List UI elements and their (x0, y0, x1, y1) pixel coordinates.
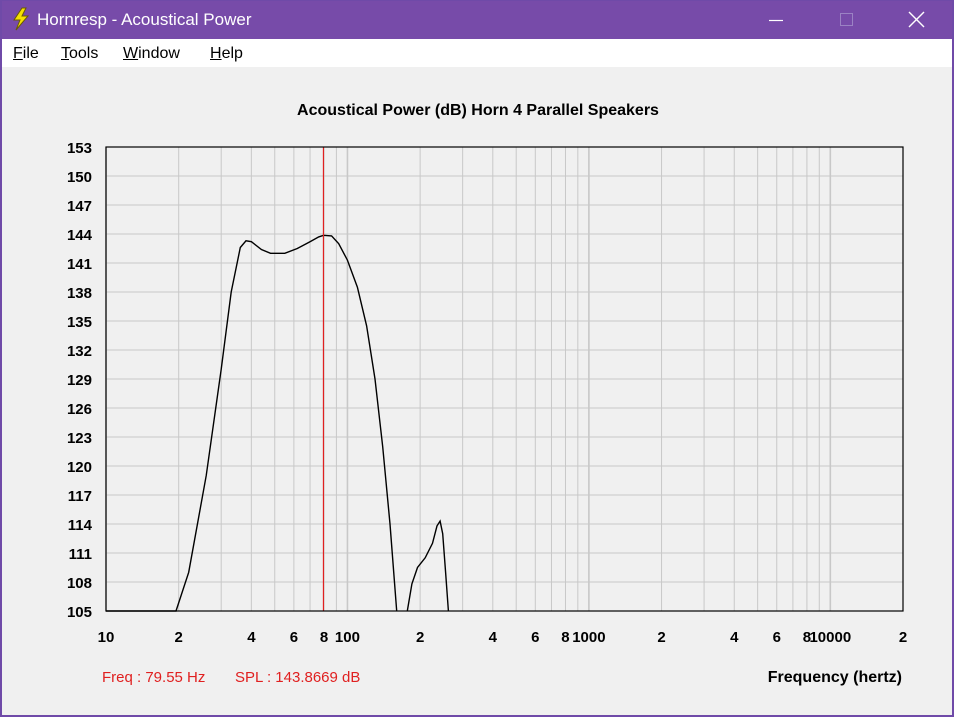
x-tick-labels: 10 2 4 6 8 100 2 4 6 8 1000 2 4 6 810000 2 (98, 629, 908, 646)
menu-file-rest: ile (22, 45, 39, 62)
y-tick-label: 123 (67, 430, 92, 447)
power-curve-segment (406, 519, 450, 612)
menu-help[interactable]: Help (210, 45, 243, 63)
close-button[interactable] (894, 1, 940, 39)
x-tick-label: 4 (247, 629, 256, 646)
y-tick-label: 105 (67, 604, 92, 621)
menu-tools[interactable]: Tools (61, 45, 98, 63)
lightning-icon (13, 7, 30, 31)
x-tick-label: 10000 (809, 629, 851, 646)
y-tick-label: 120 (67, 459, 92, 476)
y-tick-label: 138 (67, 285, 92, 302)
x-tick-label: 1000 (572, 629, 605, 646)
maximize-button[interactable] (824, 1, 870, 39)
menu-window[interactable]: Window (123, 45, 180, 63)
x-tick-label: 100 (335, 629, 360, 646)
menu-help-rest: elp (221, 45, 243, 62)
x-tick-label: 4 (730, 629, 739, 646)
y-tick-labels: 105 108 111 114 117 120 123 126 129 132 135 138 141 1… (67, 140, 93, 621)
y-tick-label: 111 (69, 546, 92, 563)
x-tick-label: 6 (531, 629, 539, 646)
y-tick-label: 147 (67, 198, 92, 215)
y-tick-label: 114 (68, 517, 93, 534)
y-tick-label: 126 (67, 401, 92, 418)
x-tick-label: 2 (899, 629, 907, 646)
y-tick-label: 135 (67, 314, 92, 331)
chart-title: Acoustical Power (dB) Horn 4 Parallel Sp… (297, 102, 659, 119)
y-tick-label: 150 (67, 169, 92, 186)
menu-help-mnemonic: H (210, 45, 222, 62)
x-tick-label: 6 (773, 629, 781, 646)
minimize-icon (769, 19, 783, 22)
x-tick-label: 10 (98, 629, 115, 646)
minimize-button[interactable] (754, 1, 800, 39)
x-tick-label: 4 (489, 629, 498, 646)
x-tick-label: 2 (416, 629, 424, 646)
x-tick-label: 2 (657, 629, 665, 646)
cursor-spl-readout: SPL : 143.8669 dB (235, 669, 361, 686)
y-tick-label: 132 (67, 343, 92, 360)
y-tick-label: 144 (67, 227, 93, 244)
app-window: Hornresp - Acoustical Power File Tools W… (1, 0, 953, 716)
title-bar[interactable]: Hornresp - Acoustical Power (2, 1, 952, 39)
y-tick-label: 117 (68, 488, 92, 505)
chart-grid (105, 146, 904, 612)
menu-window-mnemonic: W (123, 45, 139, 62)
cursor-frequency-readout: Freq : 79.55 Hz (102, 669, 206, 686)
y-tick-label: 141 (67, 256, 92, 273)
y-tick-label: 153 (67, 140, 92, 157)
menu-tools-mnemonic: T (61, 45, 69, 62)
menu-tools-rest: ools (69, 45, 99, 62)
y-tick-label: 129 (67, 372, 92, 389)
menu-file-mnemonic: F (13, 45, 23, 62)
menu-window-rest: indow (138, 45, 180, 62)
maximize-icon (840, 13, 853, 26)
menu-bar: File Tools Window Help (2, 39, 952, 67)
x-axis-label: Frequency (hertz) (767, 669, 902, 686)
x-tick-label: 2 (175, 629, 183, 646)
y-tick-label: 108 (67, 575, 92, 592)
menu-file[interactable]: File (13, 45, 39, 63)
window-title: Hornresp - Acoustical Power (37, 10, 252, 29)
close-icon (908, 11, 925, 28)
x-tick-label: 8 (561, 629, 569, 646)
x-tick-label: 8 (320, 629, 328, 646)
acoustical-power-chart[interactable]: Acoustical Power (dB) Horn 4 Parallel Sp… (2, 67, 952, 663)
x-tick-label: 6 (290, 629, 298, 646)
